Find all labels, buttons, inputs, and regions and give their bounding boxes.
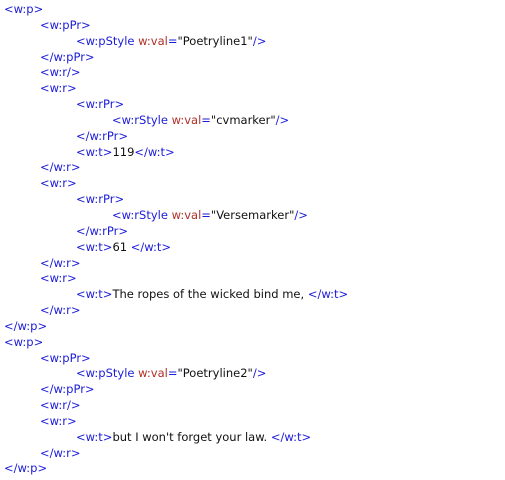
xml-tag: </w:r> [40,255,81,270]
xml-line: </w:r> [4,160,348,176]
xml-tag: <w:r> [40,176,77,191]
xml-tag: <w:pPr> [40,350,91,365]
xml-tag: </w:p> [4,461,48,476]
xml-line: </w:r> [4,256,348,272]
xml-tag: <w:t> [76,429,113,444]
xml-tag: <w:r> [40,271,77,286]
xml-line: <w:rStyle w:val="Versemarker"/> [4,208,348,224]
xml-line: <w:rStyle w:val="cvmarker"/> [4,113,348,129]
xml-tag: <w:t> [76,287,113,302]
xml-line: <w:p> [4,2,348,18]
xml-text-content: but I won't forget your law. [112,429,271,444]
xml-tag: <w:rStyle [112,112,172,127]
xml-tag: <w:p> [4,2,44,16]
xml-line: <w:t>119</w:t> [4,145,348,161]
xml-tag: </w:pPr> [40,382,95,397]
xml-line: </w:r> [4,446,348,462]
xml-tag: </w:pPr> [40,49,95,64]
xml-tag: /> [252,33,267,48]
xml-attribute-value: "Poetryline2" [177,366,253,381]
xml-tag: <w:t> [76,144,113,159]
xml-tag: <w:r> [40,413,77,428]
xml-line: <w:r> [4,176,348,192]
xml-tag: <w:pStyle [76,366,139,381]
xml-tag: <w:t> [76,239,113,254]
xml-line: <w:r> [4,271,348,287]
xml-line: </w:rPr> [4,224,348,240]
xml-tag: </w:r> [40,160,81,175]
xml-tag: /> [275,112,290,127]
xml-line: <w:r> [4,414,348,430]
xml-tag: /> [252,366,267,381]
xml-tag: <w:pStyle [76,33,139,48]
xml-tag: </w:rPr> [76,223,128,238]
xml-tag: = [201,112,211,127]
xml-line: <w:t>The ropes of the wicked bind me, </… [4,287,348,303]
xml-tag: </w:p> [4,318,48,333]
xml-line: </w:r> [4,303,348,319]
xml-tag: <w:rPr> [76,97,125,112]
xml-tag: </w:t> [134,144,175,159]
xml-line: <w:r> [4,81,348,97]
xml-text-content: 119 [112,144,135,159]
xml-tag: </w:rPr> [76,128,128,143]
xml-line: </w:pPr> [4,50,348,66]
xml-line: <w:r/> [4,65,348,81]
xml-line: </w:rPr> [4,129,348,145]
xml-line: <w:r/> [4,398,348,414]
xml-line: </w:p> [4,319,348,335]
xml-tag: </w:t> [307,287,349,302]
xml-tag: = [201,207,211,222]
xml-attribute-name: w:val [138,33,168,48]
xml-tag: <w:r/> [40,65,81,80]
xml-attribute-name: w:val [138,366,168,381]
xml-line: <w:rPr> [4,192,348,208]
xml-line: </w:pPr> [4,382,348,398]
xml-tag: <w:rPr> [76,192,125,207]
xml-tag: </w:r> [40,303,81,318]
xml-tag: <w:r> [40,81,77,96]
xml-text-content: The ropes of the wicked bind me, [112,287,308,302]
xml-line: <w:pPr> [4,18,348,34]
xml-attribute-value: "cvmarker" [210,112,276,127]
xml-tag: <w:r/> [40,398,81,413]
xml-text-content: 61 [112,239,131,254]
xml-line: <w:rPr> [4,97,348,113]
xml-source-view: <w:p> <w:pPr> <w:pStyle w:val="Poetryline1… [4,2,348,477]
xml-tag: </w:t> [270,429,312,444]
xml-line: <w:pStyle w:val="Poetryline1"/> [4,34,348,50]
xml-line: <w:p> [4,335,348,351]
xml-tag: /> [294,207,308,222]
xml-attribute-value: "Versemarker" [210,207,295,222]
xml-tag: <w:pPr> [40,17,91,32]
xml-tag: </w:t> [130,239,172,254]
xml-attribute-name: w:val [171,112,202,127]
xml-line: <w:pPr> [4,351,348,367]
xml-tag: <w:rStyle [112,207,172,222]
xml-attribute-name: w:val [171,207,202,222]
xml-tag: <w:p> [4,334,44,349]
xml-line: <w:t>but I won't forget your law. </w:t> [4,430,348,446]
xml-line: <w:t>61 </w:t> [4,240,348,256]
xml-attribute-value: "Poetryline1" [177,33,253,48]
xml-line: <w:pStyle w:val="Poetryline2"/> [4,366,348,382]
xml-tag: </w:r> [40,445,81,460]
xml-line: </w:p> [4,461,348,477]
